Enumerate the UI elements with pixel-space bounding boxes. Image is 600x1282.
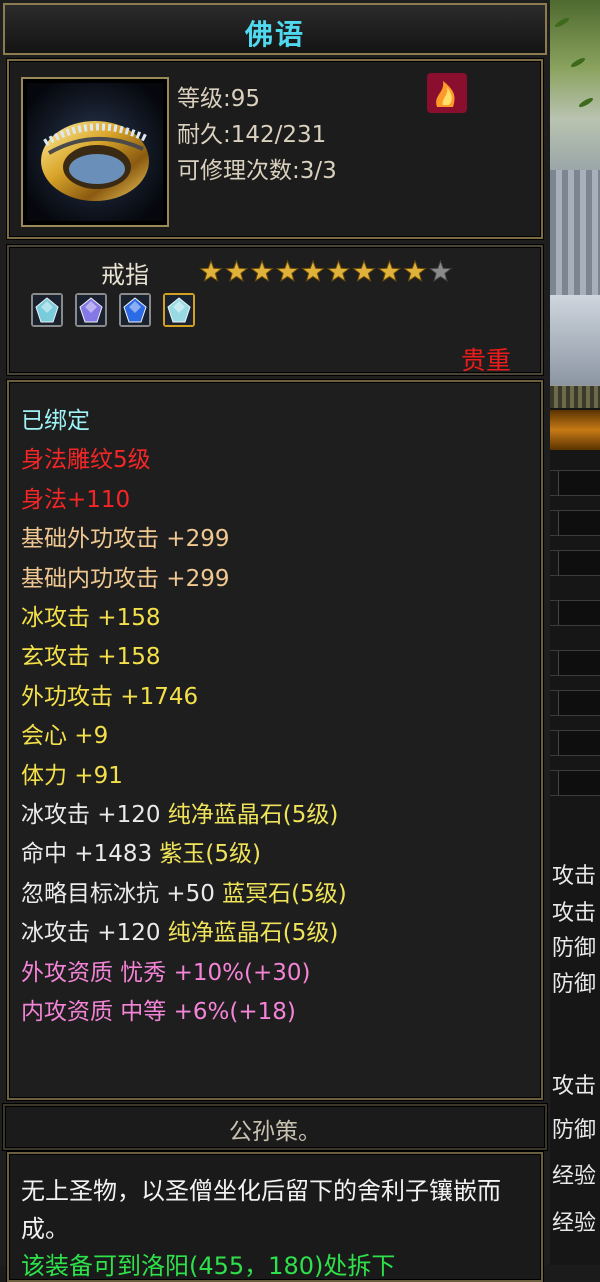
purple-gem-icon[interactable]: [75, 293, 107, 327]
scene-row: [550, 600, 600, 626]
scene-partial-label: 经验: [552, 1211, 597, 1236]
stat-line: 冰攻击 +120 纯净蓝晶石(5级): [21, 918, 338, 948]
stat-text: 忽略目标冰抗 +50: [21, 880, 215, 907]
title-bar: 佛语: [3, 3, 547, 55]
game-scene-background: 攻击 攻击 防御 防御 攻击 防御 经验 经验: [550, 0, 600, 1265]
stat-line: 基础外功攻击 +299: [21, 524, 229, 554]
stat-line: 已绑定: [21, 406, 90, 436]
stat-line: 忽略目标冰抗 +50 蓝冥石(5级): [21, 879, 347, 909]
rarity-label: 贵重: [460, 346, 511, 375]
scene-partial-label: 防御: [552, 1118, 597, 1143]
item-title: 佛语: [244, 18, 305, 51]
stat-text: 身法雕纹5级: [21, 447, 151, 474]
stat-gem-name: 纯净蓝晶石(5级): [160, 802, 339, 828]
scene-partial-label: 经验: [552, 1164, 597, 1189]
stat-line: 内攻资质 中等 +6%(+18): [21, 997, 296, 1027]
light-blue-gem-icon[interactable]: [31, 293, 63, 327]
scene-row: [550, 510, 600, 536]
stat-text: 玄攻击 +158: [21, 644, 161, 671]
scene-row: [550, 690, 600, 716]
stat-line: 体力 +91: [21, 761, 123, 791]
star-filled-icon: [301, 259, 325, 283]
scene-partial-label: 攻击: [552, 901, 597, 926]
scene-row: [550, 730, 600, 756]
item-durability: 耐久:142/231: [177, 122, 327, 148]
stat-text: 已绑定: [21, 408, 90, 434]
stat-text: 基础内功攻击 +299: [21, 565, 230, 592]
stat-text: 体力 +91: [21, 762, 123, 789]
star-empty-icon: [428, 259, 453, 283]
stat-line: 外攻资质 忧秀 +10%(+30): [21, 958, 311, 988]
description-text: 无上圣物，以圣僧坐化后留下的舍利子镶嵌而成。: [21, 1177, 501, 1243]
star-filled-icon: [275, 259, 300, 283]
stat-line: 外功攻击 +1746: [21, 682, 198, 712]
stat-text: 会心 +9: [21, 723, 109, 750]
scene-border-band: [550, 385, 600, 408]
star-filled-icon: [250, 259, 274, 283]
item-header-box: 等级:95 耐久:142/231 可修理次数:3/3: [7, 59, 543, 239]
item-repair-count: 可修理次数:3/3: [177, 158, 337, 184]
light-blue-gem-icon[interactable]: [163, 293, 195, 327]
stat-text: 冰攻击 +158: [21, 605, 161, 631]
star-filled-icon: [352, 259, 376, 283]
item-icon-frame[interactable]: [21, 77, 169, 227]
scene-floor: [550, 295, 600, 385]
stat-text: 身法+110: [21, 486, 131, 513]
star-filled-icon: [224, 259, 249, 283]
owner-label: 公孙策。: [229, 1119, 321, 1145]
stat-text: 冰攻击 +120: [21, 920, 161, 947]
scene-building: [550, 170, 600, 295]
blue-gem-icon[interactable]: [119, 293, 151, 327]
stat-text: 外攻资质 忧秀 +10%(+30): [21, 959, 311, 986]
stat-text: 基础外功攻击 +299: [21, 526, 230, 553]
stat-gem-name: 蓝冥石(5级): [214, 880, 347, 907]
scene-row: [550, 470, 600, 496]
description-hint: 该装备可到洛阳(455，180)处拆下: [21, 1252, 396, 1280]
item-level: 等级:95: [177, 86, 261, 112]
stat-line: 会心 +9: [21, 721, 108, 751]
flame-gem-icon: [427, 73, 467, 113]
item-type-box: 戒指 贵重: [7, 245, 543, 375]
scene-partial-label: 攻击: [552, 864, 597, 889]
star-rating: [199, 259, 453, 283]
stat-line: 身法+110: [21, 485, 130, 515]
scene-partial-label: 防御: [552, 936, 597, 961]
scene-partial-label: 防御: [552, 972, 597, 997]
stat-line: 基础内功攻击 +299: [21, 564, 229, 594]
stat-gem-name: 纯净蓝晶石(5级): [160, 920, 339, 947]
stat-text: 内攻资质 中等 +6%(+18): [21, 999, 296, 1025]
star-filled-icon: [199, 259, 223, 283]
stat-line: 冰攻击 +158: [21, 603, 160, 633]
star-filled-icon: [377, 259, 402, 283]
scene-row: [550, 650, 600, 676]
stats-box: 已绑定身法雕纹5级 身法+110 基础外功攻击 +299 基础内功攻击 +299 冰攻击…: [7, 380, 543, 1100]
stat-line: 身法雕纹5级: [21, 445, 151, 475]
gold-ring-icon: [27, 83, 163, 221]
scene-orange-bar: [550, 410, 600, 450]
scene-row: [550, 550, 600, 576]
stat-line: 玄攻击 +158: [21, 642, 160, 672]
item-tooltip: 佛语 等级:95 耐久:142/231 可修理次数:3/3 戒指 贵重 已绑定 …: [0, 0, 552, 1282]
stat-text: 命中 +1483: [21, 841, 153, 868]
stat-gem-name: 紫玉(5级): [152, 841, 262, 868]
description-box: 无上圣物，以圣僧坐化后留下的舍利子镶嵌而成。 该装备可到洛阳(455，180)处…: [7, 1152, 543, 1282]
star-filled-icon: [403, 259, 427, 283]
stat-line: 冰攻击 +120 纯净蓝晶石(5级): [21, 800, 338, 830]
stat-line: 命中 +1483 紫玉(5级): [21, 839, 261, 869]
scene-partial-label: 攻击: [552, 1074, 597, 1099]
stat-text: 外功攻击 +1746: [21, 683, 199, 710]
scene-row: [550, 770, 600, 796]
stat-text: 冰攻击 +120: [21, 802, 161, 828]
star-filled-icon: [326, 259, 351, 283]
owner-box: 公孙策。: [3, 1104, 547, 1150]
item-type: 戒指: [101, 261, 149, 289]
